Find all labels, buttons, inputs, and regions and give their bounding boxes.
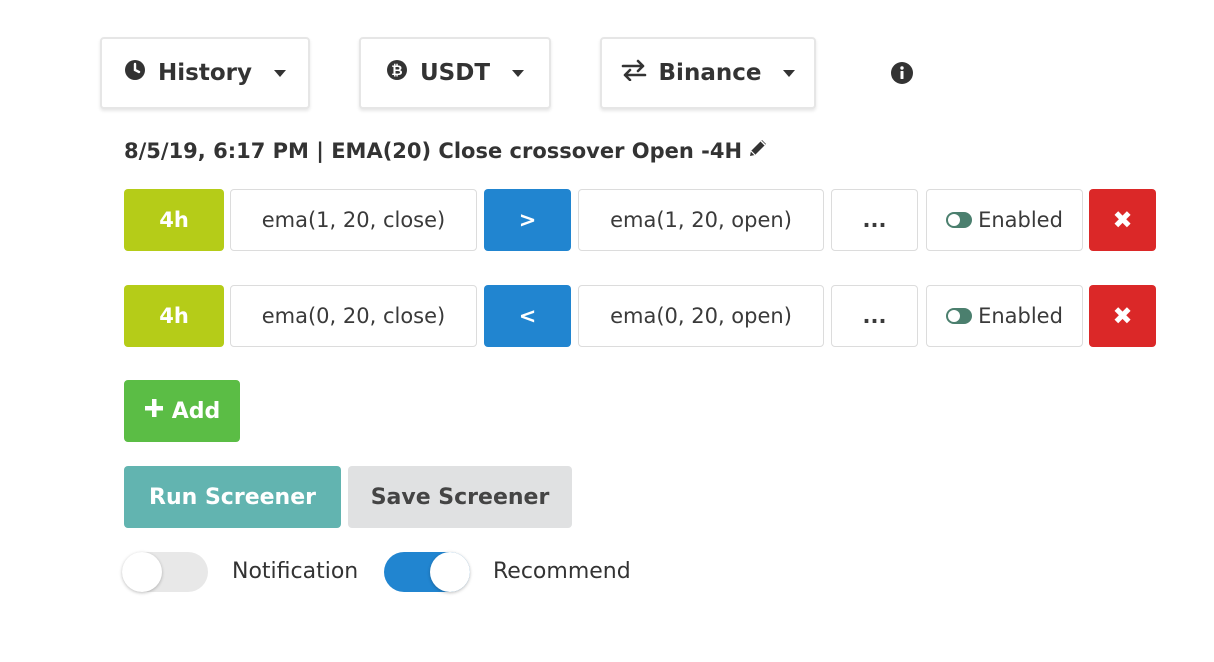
enabled-toggle[interactable]: Enabled	[926, 285, 1083, 347]
chevron-down-icon	[512, 69, 525, 77]
screener-title-text: 8/5/19, 6:17 PM | EMA(20) Close crossove…	[124, 138, 743, 163]
operator-button[interactable]: >	[484, 189, 571, 251]
toggle-icon	[946, 212, 973, 228]
more-button[interactable]: ...	[831, 189, 918, 251]
toggle-knob	[122, 552, 162, 592]
run-screener-button[interactable]: Run Screener	[124, 466, 341, 528]
plus-icon	[144, 398, 164, 424]
operator-button[interactable]: <	[484, 285, 571, 347]
clock-icon	[124, 59, 146, 87]
recommend-toggle[interactable]	[384, 552, 470, 592]
chevron-down-icon	[783, 69, 796, 77]
exchange-label: Binance	[658, 60, 762, 86]
exchange-arrows-icon	[621, 59, 647, 87]
timeframe-button[interactable]: 4h	[124, 285, 224, 347]
history-dropdown[interactable]: History	[100, 37, 310, 109]
history-label: History	[158, 60, 252, 86]
exchange-dropdown[interactable]: Binance	[600, 37, 816, 109]
left-expression[interactable]: ema(0, 20, close)	[230, 285, 477, 347]
notification-toggle[interactable]	[122, 552, 208, 592]
enabled-toggle[interactable]: Enabled	[926, 189, 1083, 251]
bitcoin-icon: ₿	[386, 59, 408, 87]
close-x-icon: ✖	[1112, 206, 1133, 234]
add-condition-button[interactable]: Add	[124, 380, 240, 442]
add-label: Add	[171, 398, 221, 424]
enabled-label: Enabled	[978, 304, 1063, 328]
toggle-icon	[946, 308, 973, 324]
currency-label: USDT	[419, 60, 491, 86]
save-screener-button[interactable]: Save Screener	[348, 466, 572, 528]
more-button[interactable]: ...	[831, 285, 918, 347]
left-expression[interactable]: ema(1, 20, close)	[230, 189, 477, 251]
info-icon[interactable]	[890, 61, 914, 85]
toggle-knob	[430, 552, 470, 592]
timeframe-button[interactable]: 4h	[124, 189, 224, 251]
svg-text:₿: ₿	[391, 63, 402, 79]
close-x-icon: ✖	[1112, 302, 1133, 330]
chevron-down-icon	[273, 69, 286, 77]
pencil-icon[interactable]	[746, 136, 770, 165]
right-expression[interactable]: ema(0, 20, open)	[578, 285, 824, 347]
delete-button[interactable]: ✖	[1089, 285, 1156, 347]
notification-label: Notification	[232, 559, 359, 584]
recommend-label: Recommend	[493, 559, 631, 584]
delete-button[interactable]: ✖	[1089, 189, 1156, 251]
currency-dropdown[interactable]: ₿ USDT	[359, 37, 551, 109]
screener-title: 8/5/19, 6:17 PM | EMA(20) Close crossove…	[124, 136, 770, 165]
right-expression[interactable]: ema(1, 20, open)	[578, 189, 824, 251]
enabled-label: Enabled	[978, 208, 1063, 232]
